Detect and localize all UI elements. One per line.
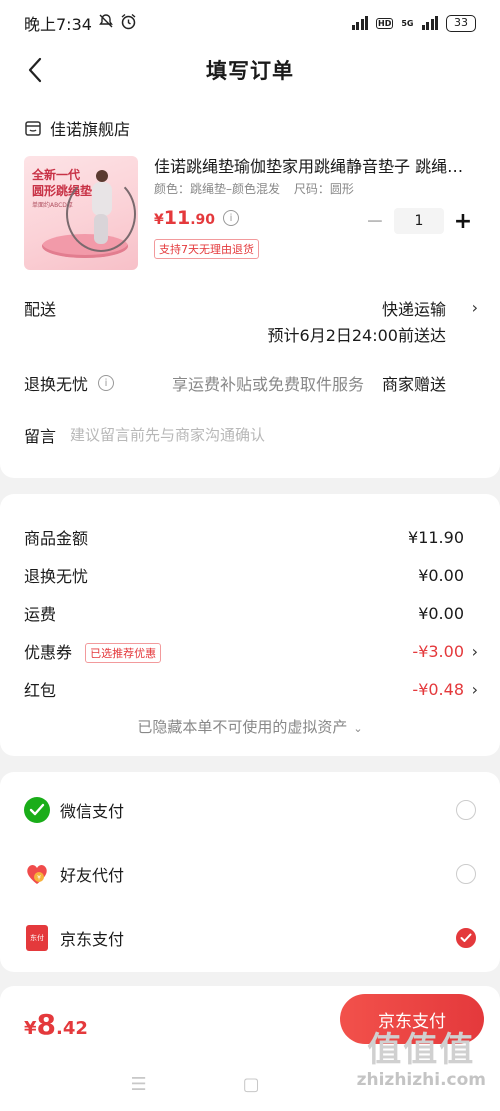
signal-icon-2: [421, 16, 438, 30]
model-head: [96, 170, 108, 182]
refund-desc: 享运费补贴或免费取件服务: [172, 375, 365, 394]
spec-size: 尺码：圆形: [293, 182, 354, 196]
svg-text:¥: ¥: [37, 875, 41, 882]
chevron-left-icon: [28, 57, 42, 83]
chevron-right-icon: ›: [471, 298, 478, 317]
check-icon: [460, 933, 472, 942]
fee-row-goods: 商品金额 ¥11.90: [0, 518, 500, 556]
coupon-label-group: 优惠券 已选推荐优惠: [24, 639, 162, 664]
payment-label: 微信支付: [60, 802, 125, 821]
fee-label: 优惠券: [24, 642, 73, 662]
network-type: 5G: [401, 18, 414, 28]
payment-card: 微信支付 ¥ 好友代付 东付 京东支付: [0, 772, 500, 972]
fee-row-shipping: 运费 ¥0.00: [0, 594, 500, 632]
refund-label: 退换无忧: [24, 375, 89, 394]
hidden-assets-text: 已隐藏本单不可使用的虚拟资产: [137, 718, 348, 736]
product-price: ¥11.90: [154, 207, 215, 229]
spec-color: 颜色：跳绳垫–颜色混发: [154, 182, 281, 196]
shop-name: 佳诺旗舰店: [50, 120, 131, 139]
signal-icon: [351, 16, 369, 30]
delivery-method: 快递运输: [381, 300, 446, 319]
battery-icon: 33: [446, 14, 476, 32]
radio-wechat[interactable]: [456, 800, 476, 820]
redpacket-value: -¥0.48: [412, 679, 464, 699]
coupon-value: -¥3.00: [412, 641, 464, 661]
model-body: [92, 182, 112, 216]
fee-row-refund: 退换无忧 ¥0.00: [0, 556, 500, 594]
coupon-tag: 已选推荐优惠: [85, 643, 162, 664]
system-nav-bar: ☰ ▢ ◁: [0, 1074, 500, 1095]
product-image[interactable]: 全新一代 圆形跳绳垫 单面约ABCD厚: [24, 156, 138, 270]
radio-friend[interactable]: [456, 864, 476, 884]
quantity-value[interactable]: 1: [394, 208, 444, 234]
product-title[interactable]: 佳诺跳绳垫瑜伽垫家用跳绳静音垫子 跳绳…: [154, 156, 476, 178]
refund-value: 商家赠送: [381, 375, 446, 394]
price-info-icon[interactable]: i: [223, 210, 240, 226]
menu-icon[interactable]: ☰: [131, 1074, 147, 1095]
chevron-right-icon: ›: [471, 679, 478, 699]
checkout-bar: ¥8.42 京东支付 值值值 zhizhizhi.com ☰ ▢ ◁: [0, 986, 500, 1111]
fee-row-coupon[interactable]: 优惠券 已选推荐优惠 -¥3.00 ›: [0, 632, 500, 670]
total-price: ¥8.42: [24, 1008, 88, 1041]
return-policy-tag: 支持7天无理由退货: [154, 239, 259, 259]
hidden-assets-toggle[interactable]: 已隐藏本单不可使用的虚拟资产 ⌄: [0, 716, 500, 737]
radio-jd-selected[interactable]: [456, 928, 476, 948]
fee-value: ¥0.00: [418, 603, 464, 623]
product-item: 全新一代 圆形跳绳垫 单面约ABCD厚 佳诺跳绳垫瑜伽垫家用跳绳静音垫子 跳绳……: [0, 146, 500, 272]
page-title: 填写订单: [206, 59, 294, 83]
payment-label: 京东支付: [60, 930, 125, 949]
status-bar: 晚上7:34 HD 5G 33: [0, 0, 500, 46]
fee-value: ¥0.00: [418, 565, 464, 585]
message-input[interactable]: [70, 426, 451, 444]
thumb-text-1: 全新一代: [32, 168, 81, 182]
fee-label: 退换无忧: [24, 567, 89, 586]
price-int: 11: [163, 207, 191, 229]
message-label: 留言: [24, 427, 57, 446]
payment-option-jd[interactable]: 东付 京东支付: [0, 906, 500, 970]
back-button[interactable]: [20, 54, 50, 86]
jd-pay-icon: 东付: [26, 925, 48, 951]
product-spec: 颜色：跳绳垫–颜色混发 尺码：圆形: [154, 180, 476, 197]
refund-row: 退换无忧 i 享运费补贴或免费取件服务 商家赠送: [0, 368, 500, 398]
nav-bar: 填写订单: [0, 46, 500, 94]
fee-value: ¥11.90: [408, 527, 464, 547]
model-legs: [94, 214, 108, 244]
fee-label: 运费: [24, 605, 57, 624]
total-int: 8: [36, 1008, 57, 1041]
chevron-down-icon: ⌄: [353, 722, 363, 735]
watermark-logo: 值值值: [367, 1030, 476, 1070]
decrease-button[interactable]: −: [362, 209, 388, 234]
total-dec: .42: [56, 1018, 88, 1039]
friend-pay-icon: ¥: [24, 861, 50, 887]
total-symbol: ¥: [24, 1018, 37, 1039]
mute-bell-icon: [98, 13, 114, 33]
refund-info-icon[interactable]: i: [98, 375, 115, 391]
alarm-icon: [120, 13, 137, 34]
increase-button[interactable]: +: [450, 209, 476, 234]
hd-icon: HD: [376, 17, 394, 29]
price-symbol: ¥: [154, 212, 164, 228]
delivery-eta: 预计6月2日24:00前送达: [267, 326, 446, 345]
home-icon[interactable]: ▢: [243, 1074, 260, 1095]
order-card: 佳诺旗舰店 全新一代 圆形跳绳垫 单面约ABCD厚 佳诺跳绳垫瑜伽垫家用跳绳静音…: [0, 94, 500, 478]
quantity-stepper: − 1 +: [362, 208, 476, 234]
product-info: 佳诺跳绳垫瑜伽垫家用跳绳静音垫子 跳绳… 颜色：跳绳垫–颜色混发 尺码：圆形 ¥…: [154, 156, 476, 272]
wechat-pay-icon: [24, 797, 50, 823]
message-row: 留言: [0, 420, 500, 450]
delivery-label: 配送: [24, 300, 57, 319]
status-time: 晚上7:34: [24, 15, 92, 34]
price-dec: .90: [190, 212, 216, 228]
shop-icon: [25, 121, 41, 136]
chevron-right-icon: ›: [471, 641, 478, 661]
shop-row[interactable]: 佳诺旗舰店: [0, 110, 500, 146]
fee-label: 商品金额: [24, 529, 89, 548]
payment-option-wechat[interactable]: 微信支付: [0, 778, 500, 842]
fee-row-redpacket[interactable]: 红包 -¥0.48 ›: [0, 670, 500, 708]
payment-label: 好友代付: [60, 866, 125, 885]
fee-label: 红包: [24, 681, 57, 700]
jd-pay-icon-text: 东付: [30, 934, 44, 942]
fees-card: 商品金额 ¥11.90 退换无忧 ¥0.00 运费 ¥0.00 优惠券 已选推荐…: [0, 494, 500, 756]
delivery-row[interactable]: 配送 快递运输 预计6月2日24:00前送达 ›: [0, 296, 500, 354]
payment-option-friend[interactable]: ¥ 好友代付: [0, 842, 500, 906]
